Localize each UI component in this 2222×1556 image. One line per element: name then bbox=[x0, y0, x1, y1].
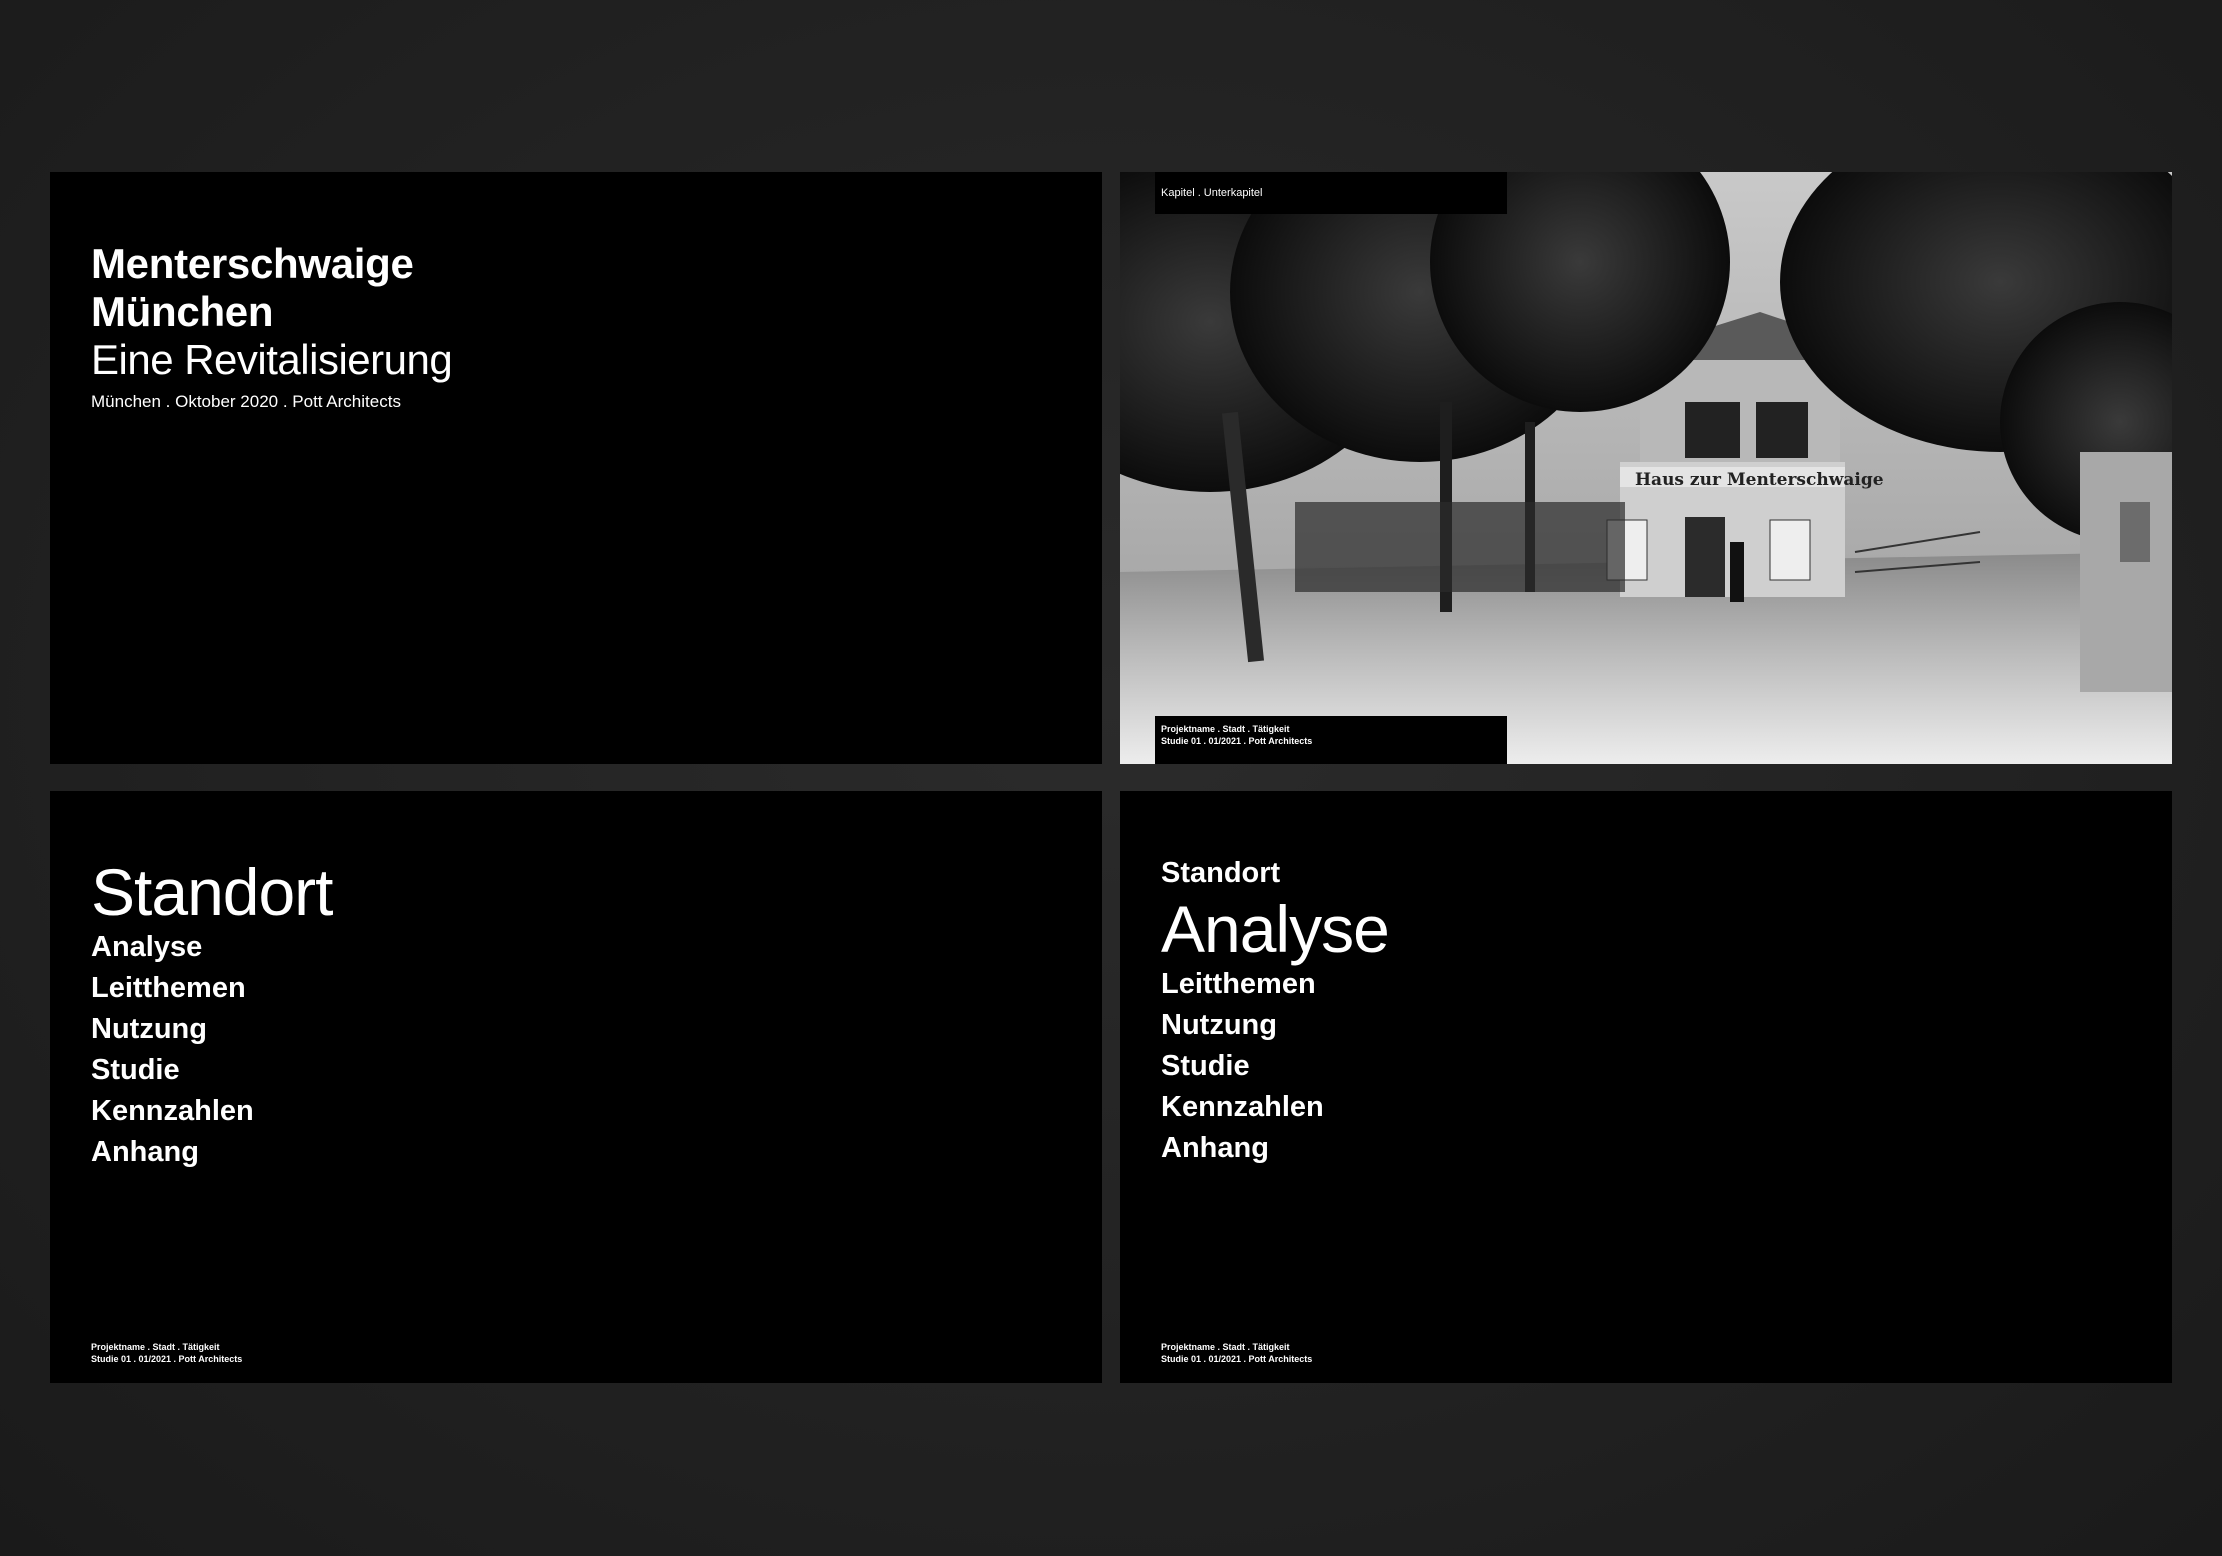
cover-meta: München . Oktober 2020 . Pott Architects bbox=[91, 392, 401, 411]
slide-toc-standort[interactable]: Standort Analyse Leitthemen Nutzung Stud… bbox=[50, 791, 1102, 1383]
slide-photo[interactable]: Haus zur Menterschwaige Kapitel . Unterk… bbox=[1120, 172, 2172, 764]
toc-item-anhang[interactable]: Anhang bbox=[1161, 1128, 1389, 1169]
cover-subtitle: Eine Revitalisierung bbox=[91, 336, 453, 383]
chapter-label: Kapitel . Unterkapitel bbox=[1155, 172, 1507, 214]
toc-item-leitthemen[interactable]: Leitthemen bbox=[91, 968, 333, 1009]
toc-item-studie[interactable]: Studie bbox=[1161, 1046, 1389, 1087]
inn-sign: Haus zur Menterschwaige bbox=[1635, 470, 1884, 490]
toc-item-kennzahlen[interactable]: Kennzahlen bbox=[1161, 1087, 1389, 1128]
toc-item-nutzung[interactable]: Nutzung bbox=[1161, 1005, 1389, 1046]
toc-item-studie[interactable]: Studie bbox=[91, 1050, 333, 1091]
toc-item-leitthemen[interactable]: Leitthemen bbox=[1161, 964, 1389, 1005]
footer-line2: Studie 01 . 01/2021 . Pott Architects bbox=[1161, 1354, 1313, 1364]
footer-line1: Projektname . Stadt . Tätigkeit bbox=[91, 1342, 220, 1352]
toc-item-analyse[interactable]: Analyse bbox=[1161, 894, 1390, 964]
table-of-contents: Standort Analyse Leitthemen Nutzung Stud… bbox=[91, 857, 333, 1173]
toc-item-nutzung[interactable]: Nutzung bbox=[91, 1009, 333, 1050]
toc-item-anhang[interactable]: Anhang bbox=[91, 1132, 333, 1173]
slide-cover[interactable]: Menterschwaige München Eine Revitalisier… bbox=[50, 172, 1102, 764]
slide-toc-analyse[interactable]: Standort Analyse Leitthemen Nutzung Stud… bbox=[1120, 791, 2172, 1383]
footer-line2: Studie 01 . 01/2021 . Pott Architects bbox=[1161, 736, 1313, 746]
slide-footer: Projektname . Stadt . Tätigkeit Studie 0… bbox=[1155, 716, 1507, 764]
slide-footer: Projektname . Stadt . Tätigkeit Studie 0… bbox=[91, 1341, 242, 1365]
historic-photo: Haus zur Menterschwaige bbox=[1120, 172, 2172, 764]
cover-title-line1: Menterschwaige bbox=[91, 240, 414, 287]
toc-item-kennzahlen[interactable]: Kennzahlen bbox=[91, 1091, 333, 1132]
footer-line2: Studie 01 . 01/2021 . Pott Architects bbox=[91, 1354, 243, 1364]
table-of-contents: Standort Analyse Leitthemen Nutzung Stud… bbox=[1161, 853, 1390, 1169]
footer-line1: Projektname . Stadt . Tätigkeit bbox=[1161, 1342, 1290, 1352]
cover-title-line2: München bbox=[91, 288, 274, 335]
cover-title: Menterschwaige München bbox=[91, 240, 414, 336]
footer-line1: Projektname . Stadt . Tätigkeit bbox=[1161, 724, 1290, 734]
slide-footer: Projektname . Stadt . Tätigkeit Studie 0… bbox=[1161, 1341, 1312, 1365]
toc-item-analyse[interactable]: Analyse bbox=[91, 927, 333, 968]
toc-item-standort[interactable]: Standort bbox=[1161, 853, 1389, 894]
toc-item-standort[interactable]: Standort bbox=[91, 857, 333, 927]
